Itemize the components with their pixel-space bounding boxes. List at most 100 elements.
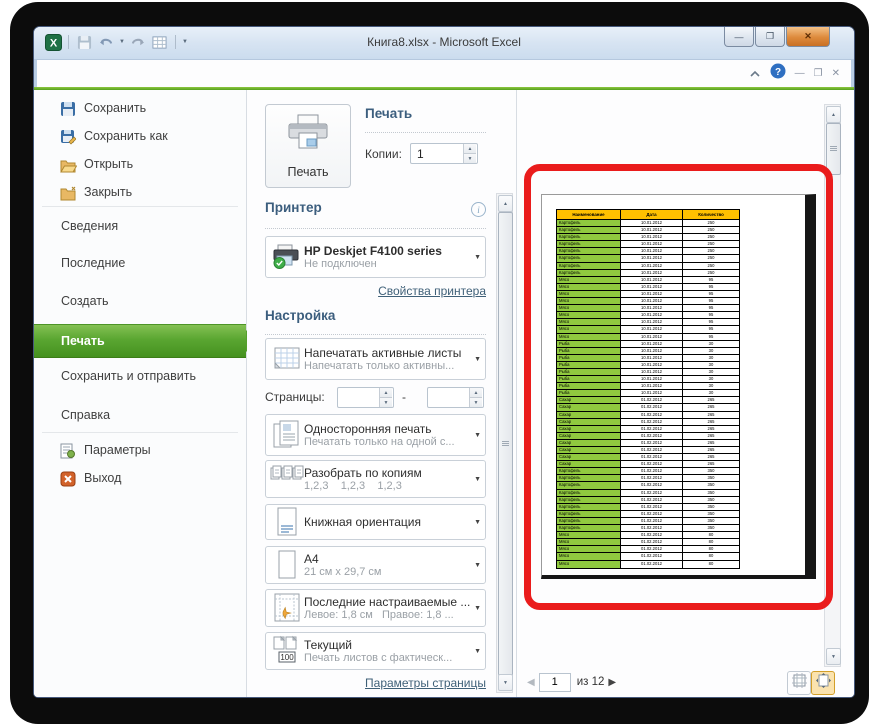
scrollbar-thumb[interactable] <box>498 212 513 676</box>
preview-table-row: Картофель 10.01.2012 250 <box>557 220 739 228</box>
product-cell: Картофель <box>557 525 621 532</box>
collapse-ribbon-icon[interactable] <box>749 65 761 83</box>
sidebar-item-последние[interactable]: Последние <box>34 250 246 276</box>
help-icon[interactable]: ? <box>770 63 786 84</box>
stepper-up-icon: ▲ <box>463 144 476 154</box>
sidebar-item-справка[interactable]: Справка <box>34 402 246 428</box>
scroll-up-icon[interactable]: ▲ <box>826 106 841 123</box>
preview-table-row: Картофель 10.01.2012 250 <box>557 241 739 249</box>
zoom-to-page-button[interactable] <box>811 671 835 695</box>
save-icon[interactable] <box>75 33 93 51</box>
sidebar-item-открыть[interactable]: Открыть <box>34 151 246 177</box>
preview-table-row: Мясо 10.01.2012 95 <box>557 305 739 313</box>
show-margins-button[interactable] <box>787 671 811 695</box>
undo-caret-icon[interactable]: ▼ <box>119 39 125 45</box>
product-cell: Картофель <box>557 489 621 496</box>
dropdown-title: Напечатать активные листы <box>304 346 462 360</box>
qty-cell: 350 <box>707 517 715 523</box>
print-button[interactable]: Печать <box>265 104 351 188</box>
setting-dropdown-5[interactable]: Последние настраиваемые ... Левое: 1,8 см… <box>265 589 486 627</box>
page-number-input[interactable] <box>538 672 571 692</box>
pages-to-input[interactable]: ▲ ▼ <box>427 387 484 408</box>
next-page-icon[interactable]: ▶ <box>608 677 616 688</box>
setting-dropdown-1[interactable]: Односторонняя печать Печатать только на о… <box>265 414 486 456</box>
setting-dropdown-3[interactable]: Книжная ориентация ▼ <box>265 504 486 540</box>
sidebar-item-выход[interactable]: Выход <box>34 465 246 491</box>
preview-table-row: Рыба 10.01.2012 30 <box>557 390 739 398</box>
stepper-arrows[interactable]: ▲ ▼ <box>463 144 476 163</box>
date-cell: 10.01.2012 <box>621 290 683 298</box>
setting-dropdown-2[interactable]: Разобрать по копиям 1,2,3 1,2,3 1,2,3 ▼ <box>265 460 486 498</box>
sidebar-item-сохранить-и-отправить[interactable]: Сохранить и отправить <box>34 363 246 389</box>
sidebar-item-закрыть[interactable]: Закрыть <box>34 179 246 205</box>
undo-icon[interactable] <box>97 33 115 51</box>
excel-logo-icon[interactable]: X <box>44 33 62 51</box>
scroll-up-icon[interactable]: ▲ <box>498 195 513 212</box>
qty-cell: 30 <box>708 361 714 367</box>
options-icon <box>60 442 76 459</box>
sidebar-item-печать[interactable]: Печать <box>34 324 257 358</box>
qty-cell: 265 <box>707 447 715 452</box>
copies-stepper[interactable]: 1 ▲ ▼ <box>410 143 478 164</box>
preview-table-row: Мясо 01.02.2012 80 <box>557 553 739 561</box>
setting-dropdown-4[interactable]: A4 21 см x 29,7 см ▼ <box>265 546 486 584</box>
sidebar-item-сохранить[interactable]: Сохранить <box>34 95 246 121</box>
product-cell: Мясо <box>557 276 621 283</box>
workbook-close-icon[interactable]: ✕ <box>832 68 840 79</box>
qty-cell: 30 <box>708 376 714 382</box>
scroll-down-icon[interactable]: ▼ <box>498 674 513 691</box>
sidebar-item-сведения[interactable]: Сведения <box>34 213 246 239</box>
preview-table-row: Сахар 01.02.2012 265 <box>557 439 739 447</box>
setting-dropdown-6[interactable]: 100 Текущий Печать листов с фактическ... ▼ <box>265 632 486 670</box>
date-cell: 10.01.2012 <box>621 262 683 269</box>
date-cell: 10.01.2012 <box>621 354 683 361</box>
preview-table-header-cell: Количество <box>683 210 739 219</box>
setting-dropdown-0[interactable]: Напечатать активные листы Напечатать толь… <box>265 338 486 380</box>
restore-button[interactable]: ❐ <box>755 27 785 47</box>
scroll-down-icon[interactable]: ▼ <box>826 648 841 665</box>
table-tool-icon[interactable] <box>151 33 169 51</box>
sidebar-item-label: Сохранить как <box>84 129 168 143</box>
printer-dropdown[interactable]: HP Deskjet F4100 series Не подключен ▼ <box>265 236 486 278</box>
dropdown-title: A4 <box>304 552 319 566</box>
close-button[interactable]: ✕ <box>786 27 830 47</box>
print-settings-panel: Печать Печать Копии: 1 ▲ ▼ Принтер i HP D… <box>247 90 515 697</box>
sidebar-item-label: Справка <box>61 408 111 422</box>
settings-scrollbar[interactable]: ▲ ▼ <box>496 193 513 693</box>
dropdown-title: Разобрать по копиям <box>304 466 422 480</box>
previous-page-icon[interactable]: ◀ <box>527 677 535 688</box>
qty-cell: 265 <box>707 418 715 424</box>
qty-cell: 80 <box>708 532 714 538</box>
product-cell: Сахар <box>557 447 621 454</box>
preview-table-row: Мясо 10.01.2012 95 <box>557 312 739 320</box>
preview-table-row: Мясо 10.01.2012 95 <box>557 298 739 306</box>
qty-cell: 250 <box>707 269 715 275</box>
customize-qat-icon[interactable]: ▼ <box>182 39 188 45</box>
preview-table-row: Картофель 01.02.2012 350 <box>557 525 739 533</box>
date-cell: 10.01.2012 <box>621 312 683 319</box>
redo-icon[interactable] <box>129 33 147 51</box>
qty-cell: 95 <box>708 305 714 311</box>
minimize-button[interactable]: — <box>724 27 754 47</box>
page-setup-link[interactable]: Параметры страницы <box>265 676 486 690</box>
preview-table-row: Мясо 01.02.2012 80 <box>557 546 739 554</box>
pages-from-input[interactable]: ▲ ▼ <box>337 387 394 408</box>
product-cell: Рыба <box>557 347 621 354</box>
date-cell: 01.02.2012 <box>621 489 683 496</box>
printer-properties-link[interactable]: Свойства принтера <box>265 284 486 298</box>
section-printer-heading: Принтер <box>265 200 322 215</box>
date-cell: 10.01.2012 <box>621 347 683 354</box>
dropdown-text: Напечатать активные листы Напечатать толь… <box>304 346 471 372</box>
preview-table-row: Картофель 01.02.2012 350 <box>557 496 739 504</box>
sidebar-item-сохранить-как[interactable]: Сохранить как <box>34 123 246 149</box>
sidebar-item-создать[interactable]: Создать <box>34 288 246 314</box>
preview-scrollbar[interactable]: ▲ ▼ <box>824 104 841 667</box>
sidebar-item-параметры[interactable]: Параметры <box>34 437 246 463</box>
product-cell: Картофель <box>557 248 621 255</box>
date-cell: 01.02.2012 <box>621 432 683 439</box>
workbook-restore-icon[interactable]: ❐ <box>814 68 823 79</box>
printer-info-icon[interactable]: i <box>471 202 486 217</box>
scrollbar-thumb[interactable] <box>826 123 841 175</box>
workbook-minimize-icon[interactable]: — <box>795 68 805 79</box>
dropdown-subtitle: 1,2,3 1,2,3 1,2,3 <box>304 480 402 492</box>
